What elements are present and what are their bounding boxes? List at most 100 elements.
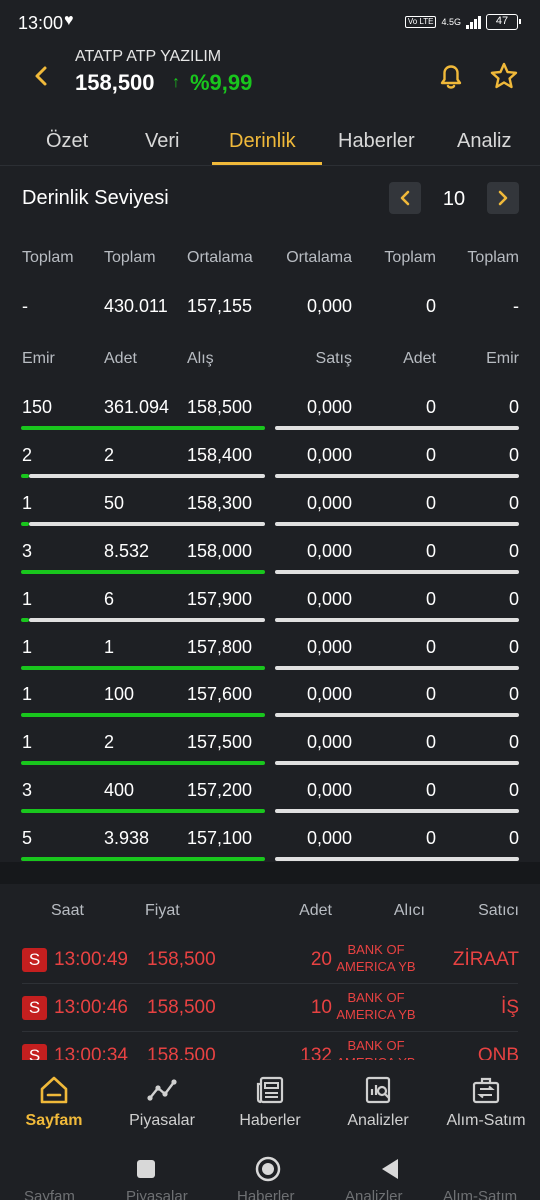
depth-bid-qty: 361.094 <box>104 397 170 417</box>
level-decrease-button[interactable] <box>389 182 421 214</box>
bell-icon <box>440 65 462 89</box>
depth-ask-qty: 0 <box>425 445 436 465</box>
ghost-label: Analizler <box>345 1188 403 1200</box>
ghost-label: Piyasalar <box>126 1188 188 1200</box>
nav-analizler[interactable]: Analizler <box>324 1060 432 1142</box>
nav-label: Piyasalar <box>129 1112 195 1129</box>
trade-buyer: BANK OF AMERICA YB <box>336 942 416 974</box>
nav-haberler[interactable]: Haberler <box>216 1060 324 1142</box>
depth-ask-orders: 0 <box>508 684 519 704</box>
favorite-button[interactable] <box>488 60 520 92</box>
back-system-button[interactable] <box>376 1155 404 1183</box>
depth-bid-qty: 400 <box>104 780 135 800</box>
tab-analiz[interactable]: Analiz <box>457 130 511 153</box>
nav-alim-satim[interactable]: Alım-Satım <box>432 1060 540 1142</box>
tab-ozet[interactable]: Özet <box>46 130 88 153</box>
depth-ask-price: 0,000 <box>306 780 352 800</box>
level-increase-button[interactable] <box>487 182 519 214</box>
depth-bid-orders: 1 <box>22 637 33 657</box>
depth-ask-price: 0,000 <box>306 684 352 704</box>
chevron-right-icon <box>498 190 508 206</box>
tab-derinlik[interactable]: Derinlik <box>229 130 296 153</box>
tab-bar: Özet Veri Derinlik Haberler Analiz <box>0 118 540 166</box>
depth-ask-price: 0,000 <box>306 828 352 848</box>
depth-ask-price: 0,000 <box>306 493 352 513</box>
alarm-button[interactable] <box>436 60 466 92</box>
bid-volume-bar <box>21 570 265 574</box>
ask-volume-bar <box>275 809 519 813</box>
depth-bid-orders: 150 <box>22 397 53 417</box>
trade-header-alici: Alıcı <box>393 902 425 919</box>
trade-buyer: BANK OF AMERICA YB <box>336 990 416 1022</box>
bottom-nav: Sayfam Piyasalar Haberler Analizler Alım… <box>0 1060 540 1142</box>
square-icon <box>137 1160 155 1178</box>
stock-price: 158,500 <box>75 70 155 95</box>
depth-ask-orders: 0 <box>508 445 519 465</box>
trade-side-badge: S <box>22 996 47 1020</box>
summary-value: 0,000 <box>306 296 352 316</box>
depth-bid-orders: 2 <box>22 445 33 465</box>
ask-volume-bar <box>275 761 519 765</box>
ask-volume-bar <box>275 857 519 861</box>
trade-time: 13:00:49 <box>54 949 128 970</box>
chevron-left-icon <box>35 66 47 86</box>
depth-bid-orders: 1 <box>22 493 33 513</box>
trade-header-satici: Satıcı <box>478 902 519 919</box>
depth-ask-orders: 0 <box>508 397 519 417</box>
signal-icon <box>466 15 481 29</box>
battery-icon: 47 <box>486 14 521 30</box>
depth-ask-orders: 0 <box>508 780 519 800</box>
summary-value: 430.011 <box>104 296 168 316</box>
column-header-satis: Satış <box>315 350 352 367</box>
tab-haberler[interactable]: Haberler <box>338 130 415 153</box>
depth-level-title: Derinlik Seviyesi <box>22 187 169 209</box>
ask-volume-bar <box>275 522 519 526</box>
summary-header: Ortalama <box>187 249 253 266</box>
status-bar: 13:00 ♥ Vo LTE 4.5G 47 <box>0 0 540 46</box>
section-divider <box>0 862 540 884</box>
depth-ask-qty: 0 <box>425 637 436 657</box>
network-type: 4.5G <box>441 17 461 27</box>
bid-volume-bar <box>21 522 29 526</box>
trade-seller: ZİRAAT <box>452 949 519 970</box>
trade-row[interactable]: S 13:00:46 158,500 10 BANK OF AMERICA YB İŞ <box>0 984 540 1032</box>
depth-ask-price: 0,000 <box>306 541 352 561</box>
depth-ask-orders: 0 <box>508 732 519 752</box>
depth-ask-qty: 0 <box>425 828 436 848</box>
depth-bid-orders: 3 <box>22 780 33 800</box>
summary-header: Toplam <box>22 249 74 266</box>
depth-ask-price: 0,000 <box>306 589 352 609</box>
depth-ask-qty: 0 <box>425 397 436 417</box>
bid-volume-bar-track <box>29 618 265 622</box>
bid-volume-bar <box>21 809 265 813</box>
trade-seller: İŞ <box>501 997 519 1018</box>
ghost-nav-labels: Sayfam Piyasalar Haberler Analizler Alım… <box>0 1188 540 1200</box>
depth-bid-qty: 1 <box>104 637 115 657</box>
ghost-label: Alım-Satım <box>443 1188 518 1200</box>
bid-volume-bar-track <box>29 474 265 478</box>
depth-ask-qty: 0 <box>425 493 436 513</box>
trade-row[interactable]: S 13:00:49 158,500 20 BANK OF AMERICA YB ZİRA… <box>0 936 540 984</box>
depth-ask-qty: 0 <box>425 541 436 561</box>
depth-bid-price: 158,300 <box>187 493 253 513</box>
back-button[interactable] <box>28 60 56 92</box>
nav-label: Alım-Satım <box>446 1112 526 1129</box>
analysis-icon <box>365 1076 391 1104</box>
summary-header: Toplam <box>467 249 519 266</box>
ghost-label: Haberler <box>237 1188 295 1200</box>
recent-apps-button[interactable] <box>132 1155 160 1183</box>
bid-volume-bar <box>21 474 29 478</box>
column-header-emir: Emir <box>22 350 55 367</box>
nav-piyasalar[interactable]: Piyasalar <box>108 1060 216 1142</box>
bid-volume-bar <box>21 666 265 670</box>
nav-sayfam[interactable]: Sayfam <box>0 1060 108 1142</box>
home-button[interactable] <box>254 1155 282 1183</box>
summary-value: 157,155 <box>187 296 253 316</box>
summary-header: Toplam <box>104 249 156 266</box>
tab-veri[interactable]: Veri <box>145 130 179 153</box>
bid-volume-bar <box>21 857 265 861</box>
volte-badge: Vo LTE <box>404 16 437 28</box>
ask-volume-bar <box>275 474 519 478</box>
ask-volume-bar <box>275 570 519 574</box>
depth-bid-qty: 6 <box>104 589 115 609</box>
